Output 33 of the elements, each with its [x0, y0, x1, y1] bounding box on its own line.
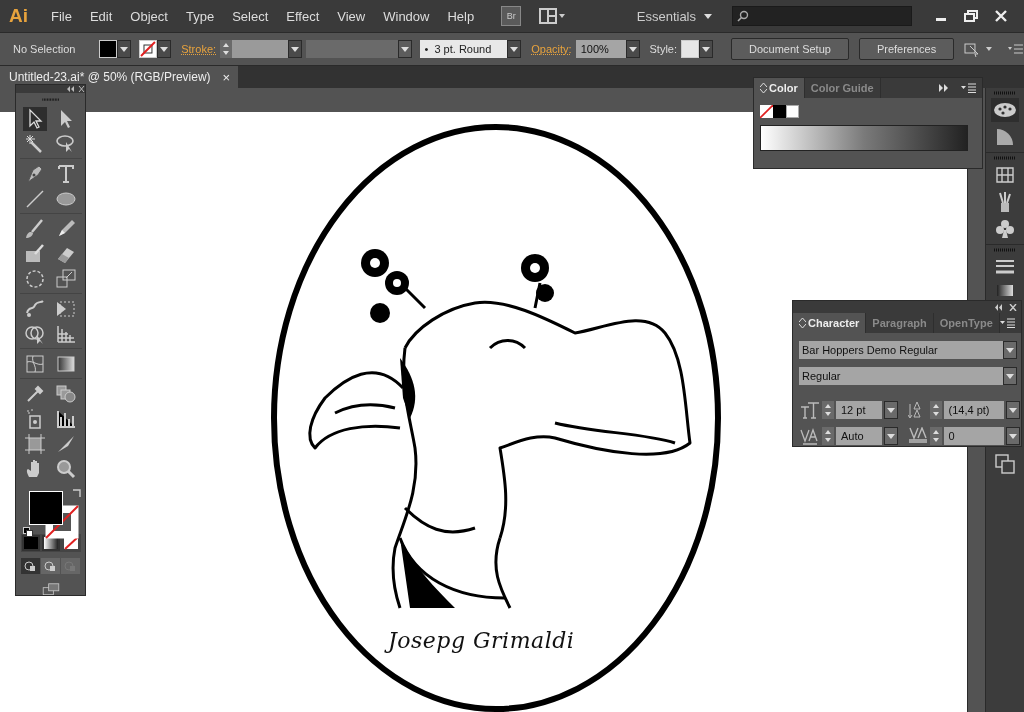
panel-tab[interactable]: Color — [754, 78, 805, 98]
menu-item[interactable]: Window — [374, 8, 439, 24]
font-style-field[interactable]: Regular — [799, 367, 1003, 385]
font-size-field[interactable]: 12 pt — [836, 401, 882, 419]
tracking-field[interactable]: 0 — [943, 427, 1004, 445]
kerning-field[interactable]: Auto — [836, 427, 882, 445]
brush-field[interactable]: • 3 pt. Round — [419, 40, 508, 58]
style-label: Style: — [649, 43, 678, 55]
preferences-button[interactable]: Preferences — [858, 38, 955, 60]
menu-item[interactable]: View — [328, 8, 375, 24]
selection-status: No Selection — [13, 43, 76, 55]
leading-field[interactable]: (14,4 pt) — [943, 401, 1004, 419]
font-family-field[interactable]: Bar Hoppers Demo Regular — [799, 341, 1003, 359]
workspace-switcher[interactable]: Essentials — [636, 8, 696, 24]
brush-bullet: • — [424, 43, 429, 55]
panel-tab[interactable]: Character — [793, 313, 867, 333]
stroke-link[interactable]: Stroke: — [181, 43, 217, 55]
app-logo: Ai — [9, 5, 28, 27]
opacity-field[interactable]: 100% — [575, 40, 626, 58]
close-tab-button[interactable]: × — [222, 69, 231, 85]
menu-item[interactable]: Type — [176, 8, 224, 24]
document-tab[interactable]: Untitled-23.ai* @ 50% (RGB/Preview) × — [0, 66, 239, 88]
menu-item[interactable]: Help — [438, 8, 484, 24]
menu-item[interactable]: File — [42, 8, 81, 24]
menu-item[interactable]: Effect — [277, 8, 329, 24]
brush-name: 3 pt. Round — [434, 43, 492, 55]
bridge-button[interactable]: Br — [501, 6, 522, 26]
opacity-link[interactable]: Opacity: — [531, 43, 572, 55]
menu-item[interactable]: Edit — [80, 8, 122, 24]
document-setup-button[interactable]: Document Setup — [730, 38, 849, 60]
menu-item[interactable]: Select — [223, 8, 278, 24]
menu-item[interactable]: Object — [121, 8, 177, 24]
document-title: Untitled-23.ai* @ 50% (RGB/Preview) — [9, 70, 211, 84]
